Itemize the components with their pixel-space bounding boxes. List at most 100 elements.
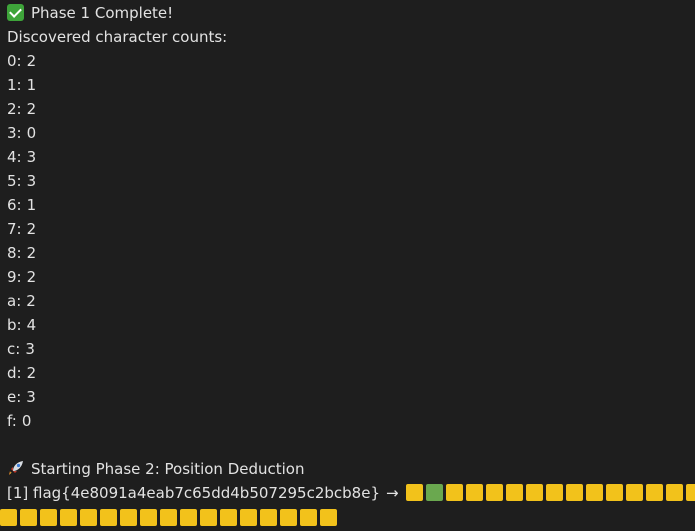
count-separator: : — [16, 244, 22, 262]
yellow-square-icon — [685, 484, 695, 501]
count-value: 1 — [26, 76, 37, 94]
count-line: b: 4 — [7, 313, 695, 337]
count-separator: : — [11, 412, 17, 430]
count-value: 2 — [26, 268, 37, 286]
phase1-header: Phase 1 Complete! — [31, 4, 174, 22]
count-value: 2 — [26, 292, 36, 310]
yellow-square-icon — [505, 484, 523, 501]
character-counts-list: 0: 2 1: 1 2: 2 3: 0 4: 3 5: 3 6: 1 7: 2 8: 2 9: 2 a: 2 b: 4 c: 3 d… — [7, 49, 695, 433]
count-separator: : — [16, 388, 22, 406]
count-key: 2 — [7, 100, 17, 118]
yellow-square-icon — [445, 484, 463, 501]
yellow-square-icon — [585, 484, 603, 501]
terminal-output: Phase 1 Complete! Discovered character c… — [7, 1, 695, 505]
yellow-square-icon — [320, 509, 337, 526]
count-line: 5: 3 — [7, 169, 695, 193]
count-key: 3 — [7, 124, 17, 142]
yellow-square-icon — [20, 509, 37, 526]
attempt-line: [1] flag{4e8091a4eab7c65dd4b507295c2bcb8… — [7, 481, 695, 505]
count-value: 3 — [26, 388, 36, 406]
count-value: 2 — [26, 100, 37, 118]
count-key: 4 — [7, 148, 17, 166]
yellow-square-icon — [545, 484, 563, 501]
yellow-square-icon — [625, 484, 643, 501]
count-key: a — [7, 292, 17, 310]
attempt-flag-text: [1] flag{4e8091a4eab7c65dd4b507295c2bcb8… — [7, 484, 380, 502]
count-line: 4: 3 — [7, 145, 695, 169]
rocket-icon — [9, 461, 23, 475]
count-separator: : — [16, 220, 22, 238]
count-line: e: 3 — [7, 385, 695, 409]
count-line: c: 3 — [7, 337, 695, 361]
arrow: → — [386, 484, 399, 502]
count-key: 9 — [7, 268, 17, 286]
feedback-squares-row-2 — [0, 508, 340, 530]
yellow-square-icon — [40, 509, 57, 526]
yellow-square-icon — [120, 509, 137, 526]
yellow-square-icon — [160, 509, 177, 526]
yellow-square-icon — [100, 509, 117, 526]
yellow-square-icon — [80, 509, 97, 526]
count-key: d — [7, 364, 17, 382]
yellow-square-icon — [240, 509, 257, 526]
count-line: 8: 2 — [7, 241, 695, 265]
count-value: 2 — [26, 244, 37, 262]
yellow-square-icon — [605, 484, 623, 501]
count-separator: : — [16, 124, 22, 142]
yellow-square-icon — [485, 484, 503, 501]
count-value: 3 — [25, 340, 35, 358]
count-line: 3: 0 — [7, 121, 695, 145]
count-key: 5 — [7, 172, 17, 190]
count-separator: : — [16, 316, 22, 334]
count-key: c — [7, 340, 16, 358]
count-key: 0 — [7, 52, 17, 70]
phase2-header-line: Starting Phase 2: Position Deduction — [7, 457, 695, 481]
count-separator: : — [16, 148, 22, 166]
count-value: 0 — [21, 412, 32, 430]
count-line: 2: 2 — [7, 97, 695, 121]
count-line: f: 0 — [7, 409, 695, 433]
yellow-square-icon — [465, 484, 483, 501]
count-separator: : — [15, 340, 21, 358]
phase1-subheader: Discovered character counts: — [7, 28, 228, 46]
count-separator: : — [16, 172, 22, 190]
count-value: 3 — [26, 172, 37, 190]
count-separator: : — [16, 196, 22, 214]
count-value: 2 — [26, 220, 37, 238]
check-mark-icon — [7, 4, 24, 21]
count-line: a: 2 — [7, 289, 695, 313]
count-line: 0: 2 — [7, 49, 695, 73]
count-line: 7: 2 — [7, 217, 695, 241]
count-value: 2 — [26, 52, 37, 70]
yellow-square-icon — [200, 509, 217, 526]
count-value: 0 — [26, 124, 37, 142]
yellow-square-icon — [260, 509, 277, 526]
yellow-square-icon — [645, 484, 663, 501]
yellow-square-icon — [525, 484, 543, 501]
count-line: d: 2 — [7, 361, 695, 385]
count-line: 9: 2 — [7, 265, 695, 289]
count-key: e — [7, 388, 17, 406]
count-separator: : — [16, 364, 22, 382]
yellow-square-icon — [300, 509, 317, 526]
count-line: 1: 1 — [7, 73, 695, 97]
yellow-square-icon — [60, 509, 77, 526]
count-value: 2 — [26, 364, 37, 382]
count-key: 8 — [7, 244, 17, 262]
count-value: 1 — [26, 196, 37, 214]
green-square-icon — [425, 484, 443, 501]
yellow-square-icon — [0, 509, 17, 526]
yellow-square-icon — [180, 509, 197, 526]
count-value: 3 — [26, 148, 37, 166]
feedback-squares-row-1 — [405, 484, 695, 502]
yellow-square-icon — [665, 484, 683, 501]
count-key: b — [7, 316, 17, 334]
count-key: 7 — [7, 220, 17, 238]
yellow-square-icon — [220, 509, 237, 526]
yellow-square-icon — [565, 484, 583, 501]
phase2-header: Starting Phase 2: Position Deduction — [31, 460, 305, 478]
count-separator: : — [16, 52, 22, 70]
yellow-square-icon — [140, 509, 157, 526]
count-key: 6 — [7, 196, 17, 214]
